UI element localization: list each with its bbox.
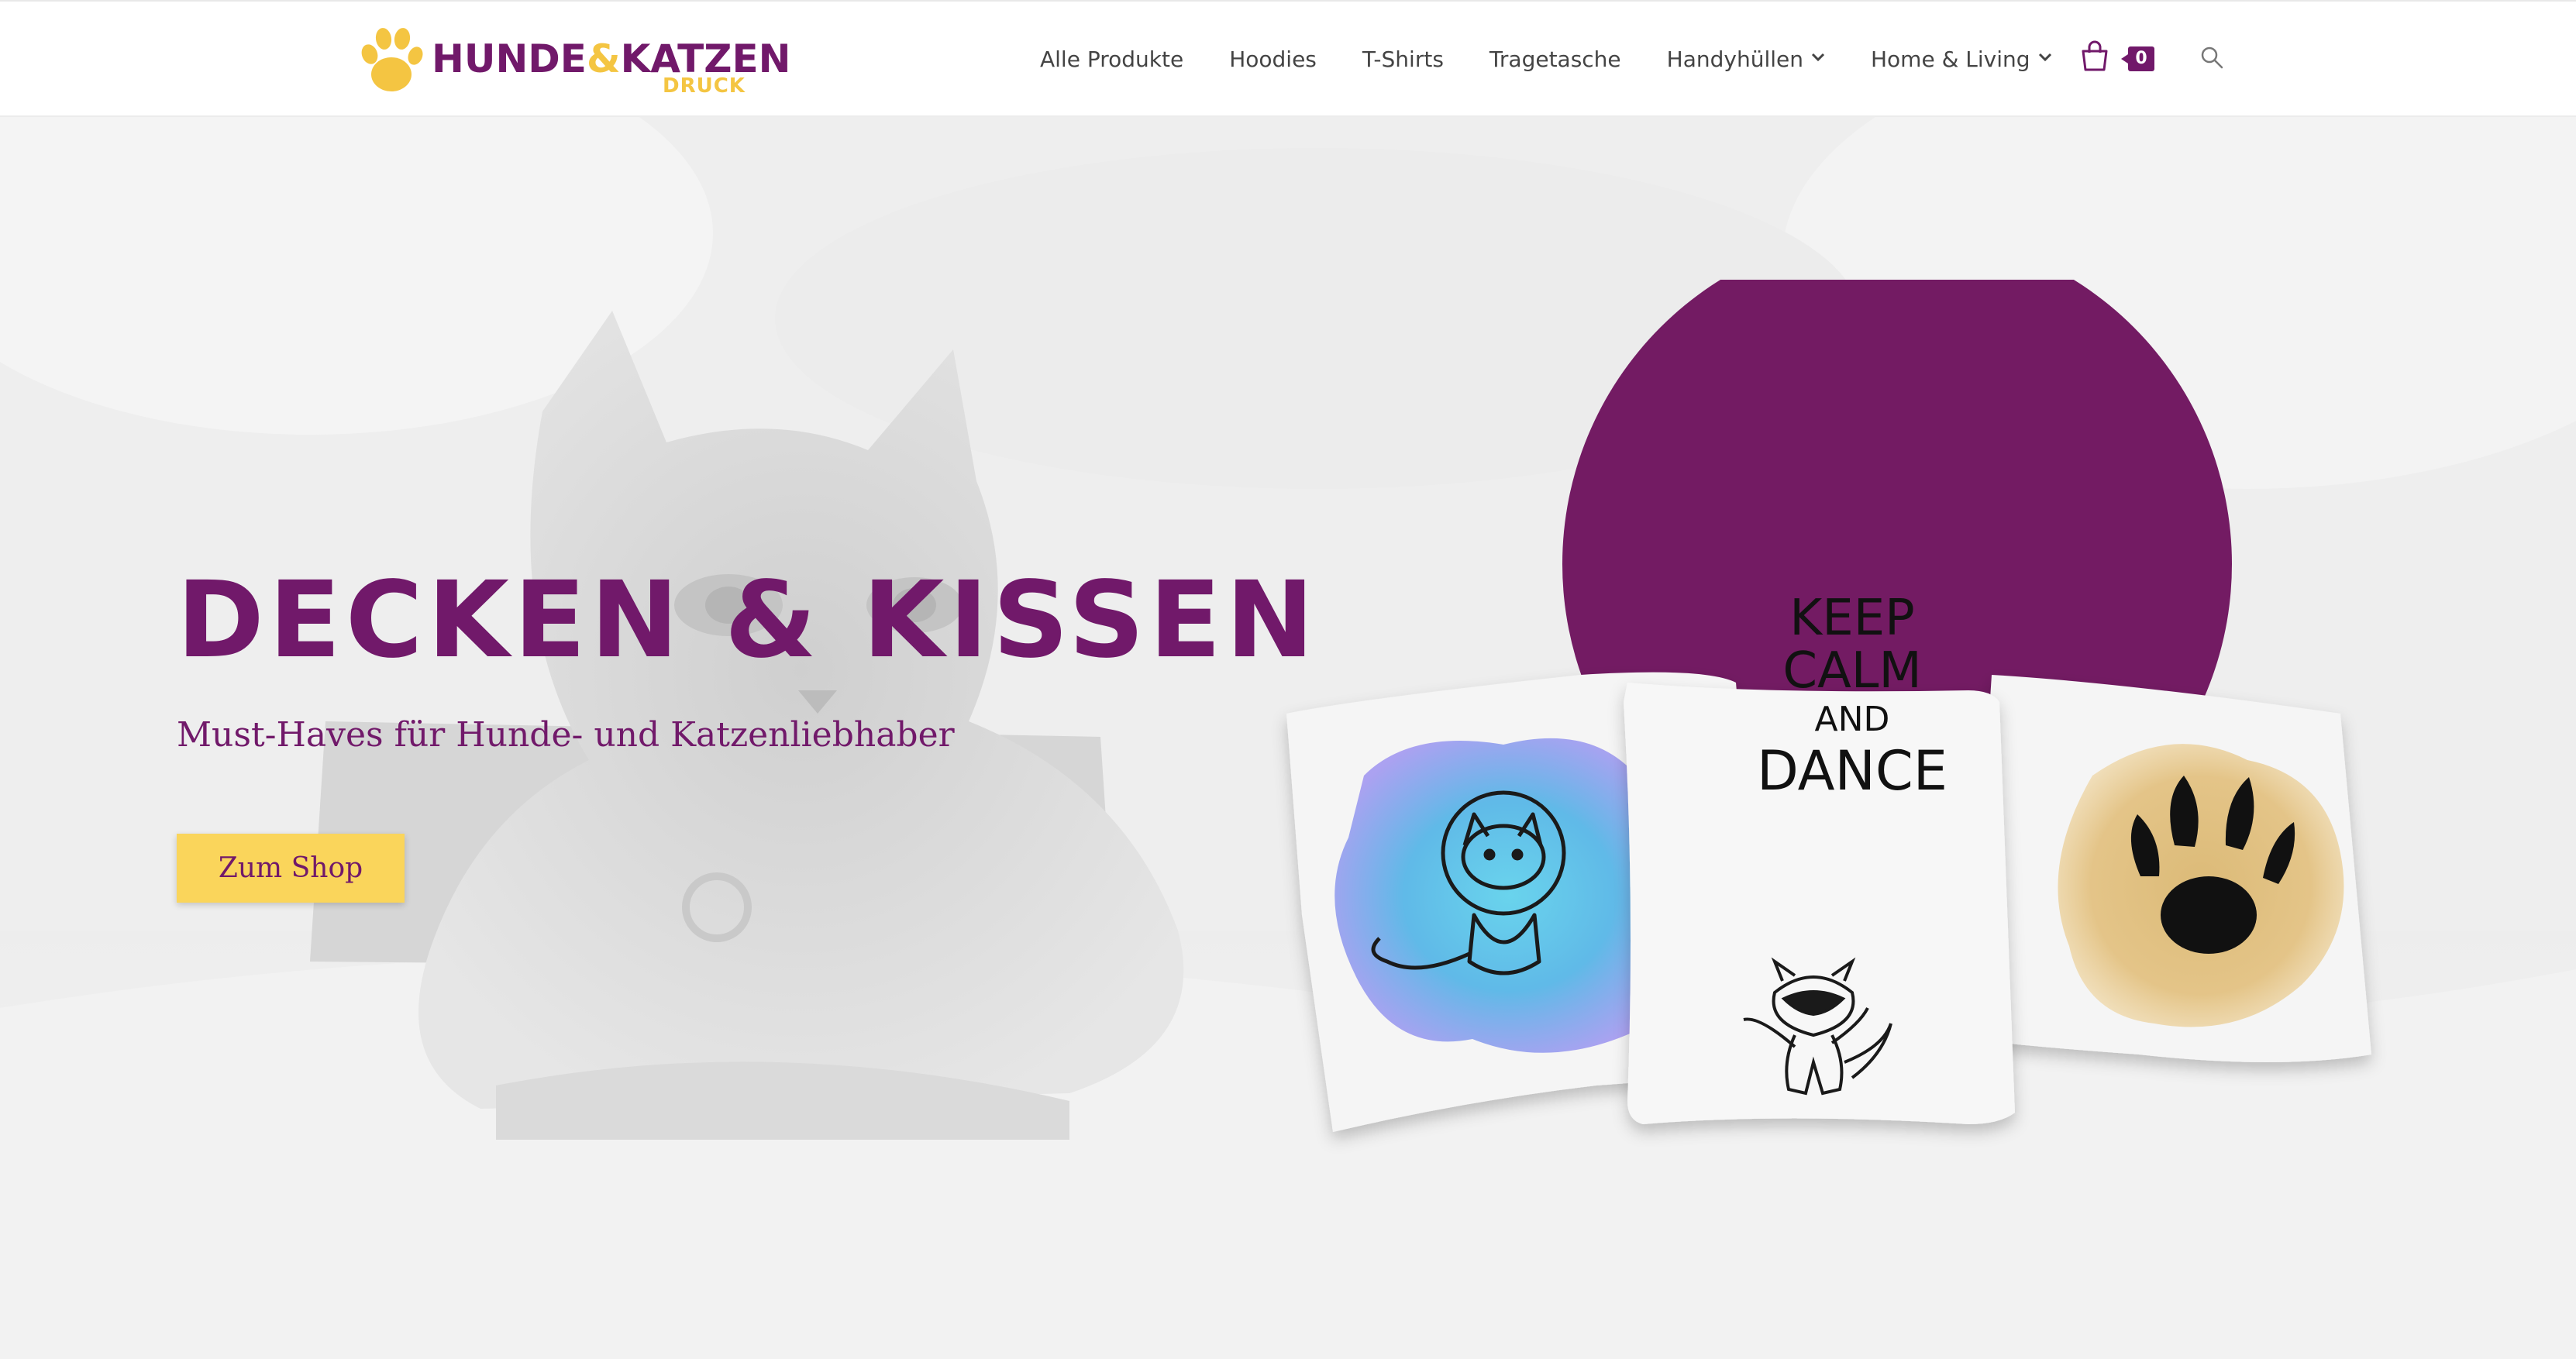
search-icon[interactable] [2199, 45, 2224, 70]
nav-item-label: Alle Produkte [1040, 46, 1184, 72]
chevron-down-icon [2038, 53, 2051, 62]
nav-item-alle-produkte[interactable]: Alle Produkte [1040, 46, 1183, 72]
main-navigation: Alle Produkte Hoodies T-Shirts Tragetasc… [1040, 2, 2052, 116]
cart-count-badge: 0 [2121, 46, 2154, 71]
pillow-text-dance: DANCE [1756, 739, 1948, 803]
zum-shop-button[interactable]: Zum Shop [177, 834, 405, 903]
nav-item-t-shirts[interactable]: T-Shirts [1362, 46, 1444, 72]
chevron-down-icon [1811, 53, 1825, 62]
hero-title: DECKEN & KISSEN [177, 559, 1319, 682]
nav-item-label: T-Shirts [1362, 46, 1444, 72]
nav-item-handyhuellen[interactable]: Handyhüllen [1667, 46, 1825, 72]
nav-item-hoodies[interactable]: Hoodies [1229, 46, 1317, 72]
nav-item-label: Tragetasche [1489, 46, 1621, 72]
nav-item-label: Home & Living [1870, 46, 2030, 72]
nav-item-tragetasche[interactable]: Tragetasche [1489, 46, 1621, 72]
logo-ampersand: & [586, 36, 621, 81]
pillow-text-keep: KEEP [1789, 590, 1915, 647]
hero-subtitle: Must-Haves für Hunde- und Katzenliebhabe… [177, 715, 955, 755]
nav-item-home-living[interactable]: Home & Living [1871, 46, 2052, 72]
shopping-bag-icon [2082, 40, 2108, 71]
logo-word-hunde: HUNDE [432, 36, 587, 81]
nav-item-label: Hoodies [1229, 46, 1317, 72]
pillow-text-calm: CALM [1782, 642, 1922, 700]
cart-button[interactable]: 0 [2080, 40, 2158, 77]
site-logo[interactable]: HUNDE&KATZEN DRUCK [359, 25, 790, 99]
site-header: HUNDE&KATZEN DRUCK Alle Produkte Hoodies… [0, 0, 2576, 117]
paw-logo-icon [361, 28, 423, 91]
nav-item-label: Handyhüllen [1666, 46, 1803, 72]
hero-banner: DECKEN & KISSEN Must-Haves für Hunde- un… [0, 117, 2576, 1359]
logo-subtitle: DRUCK [663, 74, 746, 98]
pillow-text-and: AND [1814, 700, 1890, 739]
